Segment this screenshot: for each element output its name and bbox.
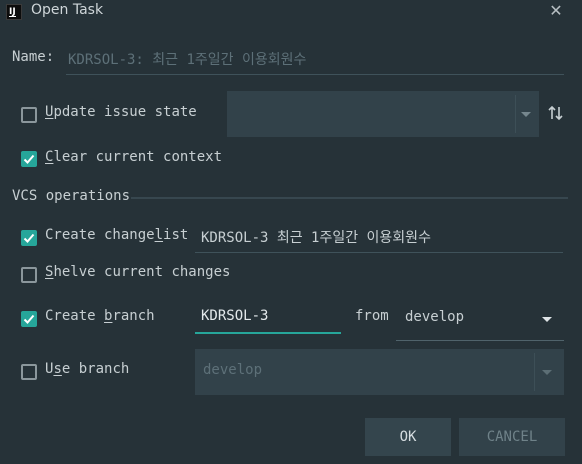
base-branch-dropdown[interactable]: develop [396, 300, 564, 341]
chevron-down-icon [542, 317, 552, 322]
section-separator [131, 197, 568, 199]
swap-arrows-icon[interactable] [546, 103, 566, 123]
from-label: from [355, 308, 389, 324]
chevron-down-icon [521, 112, 531, 117]
name-input-value: KDRSOL-3: 최근 1주일간 이용회원수 [68, 52, 307, 68]
create-branch-label[interactable]: Create branch [45, 308, 155, 324]
base-branch-value: develop [405, 309, 465, 325]
name-label: Name: [12, 49, 55, 65]
chevron-down-icon [542, 370, 552, 375]
create-changelist-label[interactable]: Create changelist [45, 227, 188, 243]
branch-name-input[interactable]: KDRSOL-3 [195, 302, 341, 334]
combo-divider [534, 353, 535, 391]
shelve-changes-checkbox[interactable] [21, 267, 37, 283]
combo-divider [515, 95, 516, 133]
update-issue-state-label[interactable]: Update issue state [45, 104, 197, 120]
branch-name-value: KDRSOL-3 [201, 308, 269, 324]
cancel-button[interactable]: CANCEL [459, 418, 565, 456]
changelist-name-value: KDRSOL-3 최근 1주일간 이용회원수 [201, 230, 431, 246]
changelist-name-input[interactable]: KDRSOL-3 최근 1주일간 이용회원수 [195, 222, 563, 253]
vcs-section-title: VCS operations [12, 188, 131, 204]
create-changelist-checkbox[interactable] [21, 230, 37, 246]
update-issue-state-checkbox[interactable] [21, 107, 37, 123]
use-branch-value: develop [203, 362, 263, 378]
use-branch-checkbox[interactable] [21, 364, 37, 380]
use-branch-combo[interactable]: develop [195, 349, 564, 395]
window-title: Open Task [31, 2, 104, 18]
close-icon[interactable]: ✕ [548, 1, 564, 21]
ok-button[interactable]: OK [365, 418, 451, 456]
shelve-changes-label[interactable]: Shelve current changes [45, 264, 230, 280]
name-input[interactable]: KDRSOL-3: 최근 1주일간 이용회원수 [66, 44, 564, 75]
intellij-app-icon: IJ [6, 4, 22, 20]
create-branch-checkbox[interactable] [21, 311, 37, 327]
clear-context-label[interactable]: Clear current context [45, 149, 222, 165]
use-branch-label[interactable]: Use branch [45, 361, 129, 377]
clear-context-checkbox[interactable] [21, 151, 37, 167]
issue-state-combo[interactable] [227, 91, 539, 137]
